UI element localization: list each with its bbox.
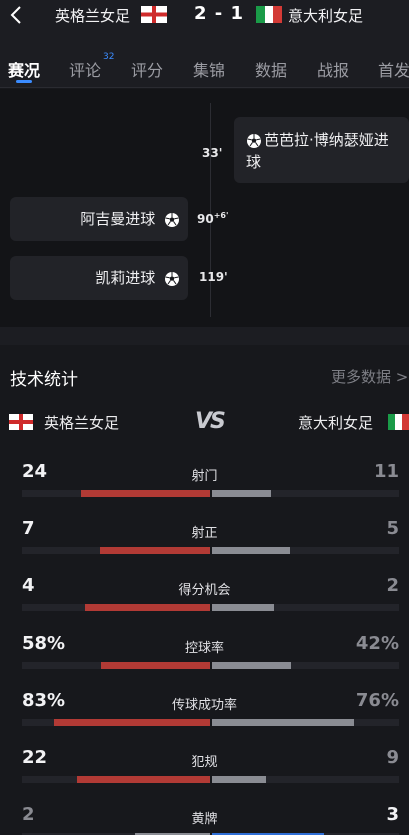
- england-flag-icon: [141, 6, 167, 23]
- stat-away-value: 9: [386, 747, 399, 768]
- away-bar-track: [212, 719, 399, 726]
- away-bar-fill: [212, 547, 290, 554]
- italy-flag-icon: [256, 6, 282, 23]
- away-bar-fill: [212, 490, 271, 497]
- stat-label: 得分机会: [178, 583, 231, 598]
- event-card-away[interactable]: 芭芭拉·博纳瑟娅进球: [234, 117, 409, 183]
- tech-stats-panel: 技术统计 更多数据 > 英格兰女足 VS 意大利女足 24 射门 11 7 射正 5 4 得分…: [0, 345, 409, 835]
- stat-label: 黄牌: [191, 812, 218, 827]
- home-bar-track: [22, 662, 210, 669]
- tab-bar: 赛况 评论 32 评分 集锦 数据 战报 首发: [0, 32, 409, 88]
- event-text: 凯莉进球: [95, 269, 156, 287]
- england-flag-icon: [9, 414, 33, 430]
- home-bar-fill: [81, 490, 210, 497]
- timeline-axis: [210, 103, 211, 317]
- stat-away-value: 5: [386, 518, 399, 539]
- stats-title: 技术统计: [10, 370, 78, 390]
- active-tab-indicator: [16, 80, 32, 83]
- italy-flag-icon: [388, 414, 409, 430]
- away-bar-fill: [212, 604, 275, 611]
- more-data-link[interactable]: 更多数据 >: [331, 366, 408, 387]
- away-bar-track: [212, 662, 399, 669]
- soccer-ball-icon: [165, 212, 179, 227]
- event-text: 阿吉曼进球: [80, 210, 156, 228]
- home-bar-track: [22, 547, 210, 554]
- away-bar-track: [212, 547, 399, 554]
- stat-row: 24 射门 11: [0, 461, 409, 517]
- stat-row: 58% 控球率 42%: [0, 633, 409, 689]
- tab-report[interactable]: 战报: [317, 57, 349, 81]
- away-bar-track: [212, 604, 399, 611]
- stats-home-team: 英格兰女足: [44, 414, 120, 432]
- home-bar-fill: [100, 662, 210, 669]
- home-bar-track: [22, 490, 210, 497]
- stat-away-value: 3: [386, 804, 399, 825]
- stat-row: 22 犯规 9: [0, 747, 409, 803]
- soccer-ball-icon: [165, 271, 179, 286]
- section-divider: [0, 327, 409, 345]
- event-text: 芭芭拉·博纳瑟娅进球: [246, 131, 389, 171]
- tab-data[interactable]: 数据: [255, 57, 287, 81]
- event-card-home[interactable]: 阿吉曼进球: [10, 197, 188, 241]
- away-bar-track: [212, 490, 399, 497]
- home-bar-fill: [76, 776, 210, 783]
- vs-icon: VS: [195, 409, 226, 434]
- stat-row: 2 黄牌 3: [0, 804, 409, 835]
- home-bar-track: [22, 776, 210, 783]
- event-minute: 119': [199, 270, 228, 284]
- stat-away-value: 11: [373, 461, 399, 482]
- away-bar-track: [212, 776, 399, 783]
- event-minute: 90+6': [197, 211, 229, 226]
- home-bar-fill: [53, 719, 210, 726]
- home-bar-fill: [100, 547, 210, 554]
- tab-highlights[interactable]: 集锦: [193, 57, 225, 81]
- home-bar-track: [22, 604, 210, 611]
- match-score: 2 - 1: [194, 3, 245, 24]
- away-bar-fill: [212, 662, 291, 669]
- soccer-ball-icon: [247, 133, 261, 148]
- stat-label: 控球率: [184, 641, 224, 656]
- away-team-name: 意大利女足: [288, 7, 364, 25]
- stat-label: 射门: [191, 469, 218, 484]
- away-bar-fill: [212, 719, 355, 726]
- event-minute: 33': [202, 146, 223, 160]
- stat-row: 7 射正 5: [0, 518, 409, 574]
- match-header: 英格兰女足 2 - 1 意大利女足: [0, 0, 409, 32]
- home-team-name: 英格兰女足: [55, 7, 131, 25]
- stat-row: 4 得分机会 2: [0, 575, 409, 631]
- tab-comments[interactable]: 评论: [69, 57, 101, 81]
- back-arrow-icon[interactable]: [6, 4, 28, 26]
- stat-row: 83% 传球成功率 76%: [0, 690, 409, 746]
- tab-live[interactable]: 赛况: [8, 57, 40, 81]
- stat-label: 犯规: [191, 755, 218, 770]
- stat-away-value: 76%: [355, 690, 399, 711]
- stat-label: 传球成功率: [171, 698, 237, 713]
- stats-away-team: 意大利女足: [298, 414, 374, 432]
- home-bar-track: [22, 719, 210, 726]
- away-bar-fill: [212, 776, 267, 783]
- stat-away-value: 2: [386, 575, 399, 596]
- stat-away-value: 42%: [355, 633, 399, 654]
- tab-ratings[interactable]: 评分: [131, 57, 163, 81]
- event-card-home[interactable]: 凯莉进球: [10, 256, 188, 300]
- home-bar-fill: [84, 604, 210, 611]
- comments-count-badge: 32: [103, 52, 115, 62]
- match-timeline: 33' 芭芭拉·博纳瑟娅进球 阿吉曼进球 90+6' 凯莉进球 119': [0, 89, 409, 327]
- tab-lineup[interactable]: 首发: [378, 57, 409, 81]
- stat-label: 射正: [191, 526, 218, 541]
